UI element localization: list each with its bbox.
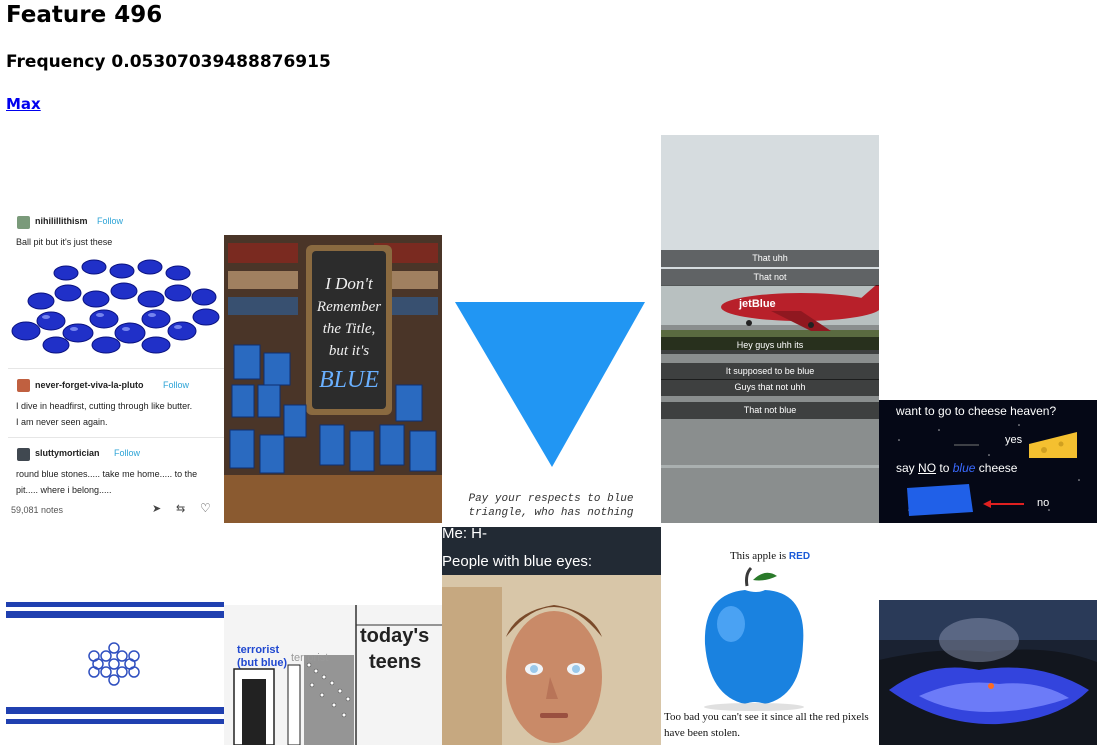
- svg-text:BLUE: BLUE: [319, 367, 379, 393]
- image-blue-apple[interactable]: This apple is RED Too bad you can't see …: [661, 540, 879, 745]
- image-bookstore-sign[interactable]: I Don't Remember the Title, but it's BLU…: [224, 235, 442, 523]
- post-text: round blue stones..... take me home.....…: [16, 469, 198, 479]
- svg-text:the Title,: the Title,: [323, 321, 376, 337]
- heart-icon: ♡: [200, 501, 211, 515]
- blue-glass-stones-image: [11, 259, 220, 354]
- post-text: Ball pit but it's just these: [16, 237, 113, 247]
- terrorist-blue-label: (but blue): [237, 657, 288, 669]
- flag-drawing: [6, 600, 224, 730]
- avatar: [17, 379, 30, 392]
- meme-caption: Me: H-: [442, 527, 487, 542]
- apple-caption: have been stolen.: [664, 727, 741, 739]
- snap-caption: That not blue: [661, 402, 879, 419]
- follow-link: Follow: [97, 216, 124, 226]
- image-blue-lava[interactable]: [879, 600, 1097, 745]
- snap-caption: That uhh: [661, 250, 879, 267]
- image-blue-triangle[interactable]: Pay your respects to blue triangle, who …: [442, 290, 660, 523]
- meme-caption: People with blue eyes:: [442, 553, 593, 570]
- blue-lava-photo: [879, 600, 1097, 745]
- plane-logo-text: jetBlue: [738, 298, 776, 310]
- snap-caption: Hey guys uhh its: [661, 337, 879, 354]
- image-jetblue-plane[interactable]: jetBlue That uhh That not Hey guys uhh i…: [661, 135, 879, 523]
- max-link[interactable]: Max: [6, 95, 41, 113]
- svg-text:but it's: but it's: [329, 343, 369, 359]
- terrorist-blue-label: terrorist: [237, 644, 280, 656]
- cheese-yes: yes: [1005, 434, 1023, 446]
- svg-text:I Don't: I Don't: [324, 274, 374, 293]
- apple-title: This apple is RED: [729, 550, 811, 562]
- image-tumblr-post[interactable]: nihilillithism Follow Ball pit but it's …: [6, 205, 224, 523]
- terrorist-label: terrorist: [291, 652, 329, 664]
- snap-caption: That not: [661, 269, 879, 286]
- page-title: Feature 496: [6, 2, 163, 28]
- todays-teens-title: today's: [360, 625, 430, 647]
- bookstore-photo: I Don't Remember the Title, but it's BLU…: [224, 235, 442, 523]
- post-text: I am never seen again.: [16, 417, 108, 427]
- notes-count: 59,081 notes: [11, 505, 64, 515]
- todays-teens-title: teens: [369, 651, 422, 673]
- snap-caption: It supposed to be blue: [661, 363, 879, 380]
- triangle-caption: triangle, who has nothing: [468, 507, 634, 519]
- blue-triangle-shape: [455, 302, 645, 467]
- avatar: [17, 448, 30, 461]
- apple-caption: Too bad you can't see it since all the r…: [664, 711, 869, 723]
- snap-caption: Guys that not uhh: [661, 379, 879, 396]
- share-icon: ➤: [152, 503, 162, 515]
- image-cheese-heaven[interactable]: want to go to cheese heaven? yes say NO …: [879, 400, 1097, 523]
- cheese-question: want to go to cheese heaven?: [896, 404, 1057, 418]
- post-text: I dive in headfirst, cutting through lik…: [16, 401, 193, 411]
- cheese-instruction: say NO to blue cheese: [896, 461, 1018, 475]
- reblog-icon: ⇆: [176, 503, 186, 515]
- cheese-no: no: [1037, 497, 1050, 509]
- apple-drawing: [704, 566, 804, 711]
- frequency-heading: Frequency 0.05307039488876915: [6, 52, 331, 72]
- image-terrorist-meme[interactable]: terrorist (but blue) terrorist today's t…: [224, 605, 442, 745]
- jetblue-photo: jetBlue: [661, 135, 879, 523]
- tumblr-username: nihilillithism: [35, 216, 88, 226]
- triangle-caption: Pay your respects to blue: [468, 493, 634, 505]
- avatar: [17, 216, 30, 229]
- post-text: pit..... where i belong.....: [16, 485, 112, 495]
- tumblr-username: sluttymortician: [35, 448, 100, 458]
- follow-link: Follow: [114, 448, 141, 458]
- svg-text:Remember: Remember: [316, 299, 381, 315]
- tumblr-username: never-forget-viva-la-pluto: [35, 380, 144, 390]
- image-flag[interactable]: [6, 600, 224, 730]
- image-blue-eyes-meme[interactable]: Me: H- People with blue eyes:: [442, 527, 661, 745]
- follow-link: Follow: [163, 380, 190, 390]
